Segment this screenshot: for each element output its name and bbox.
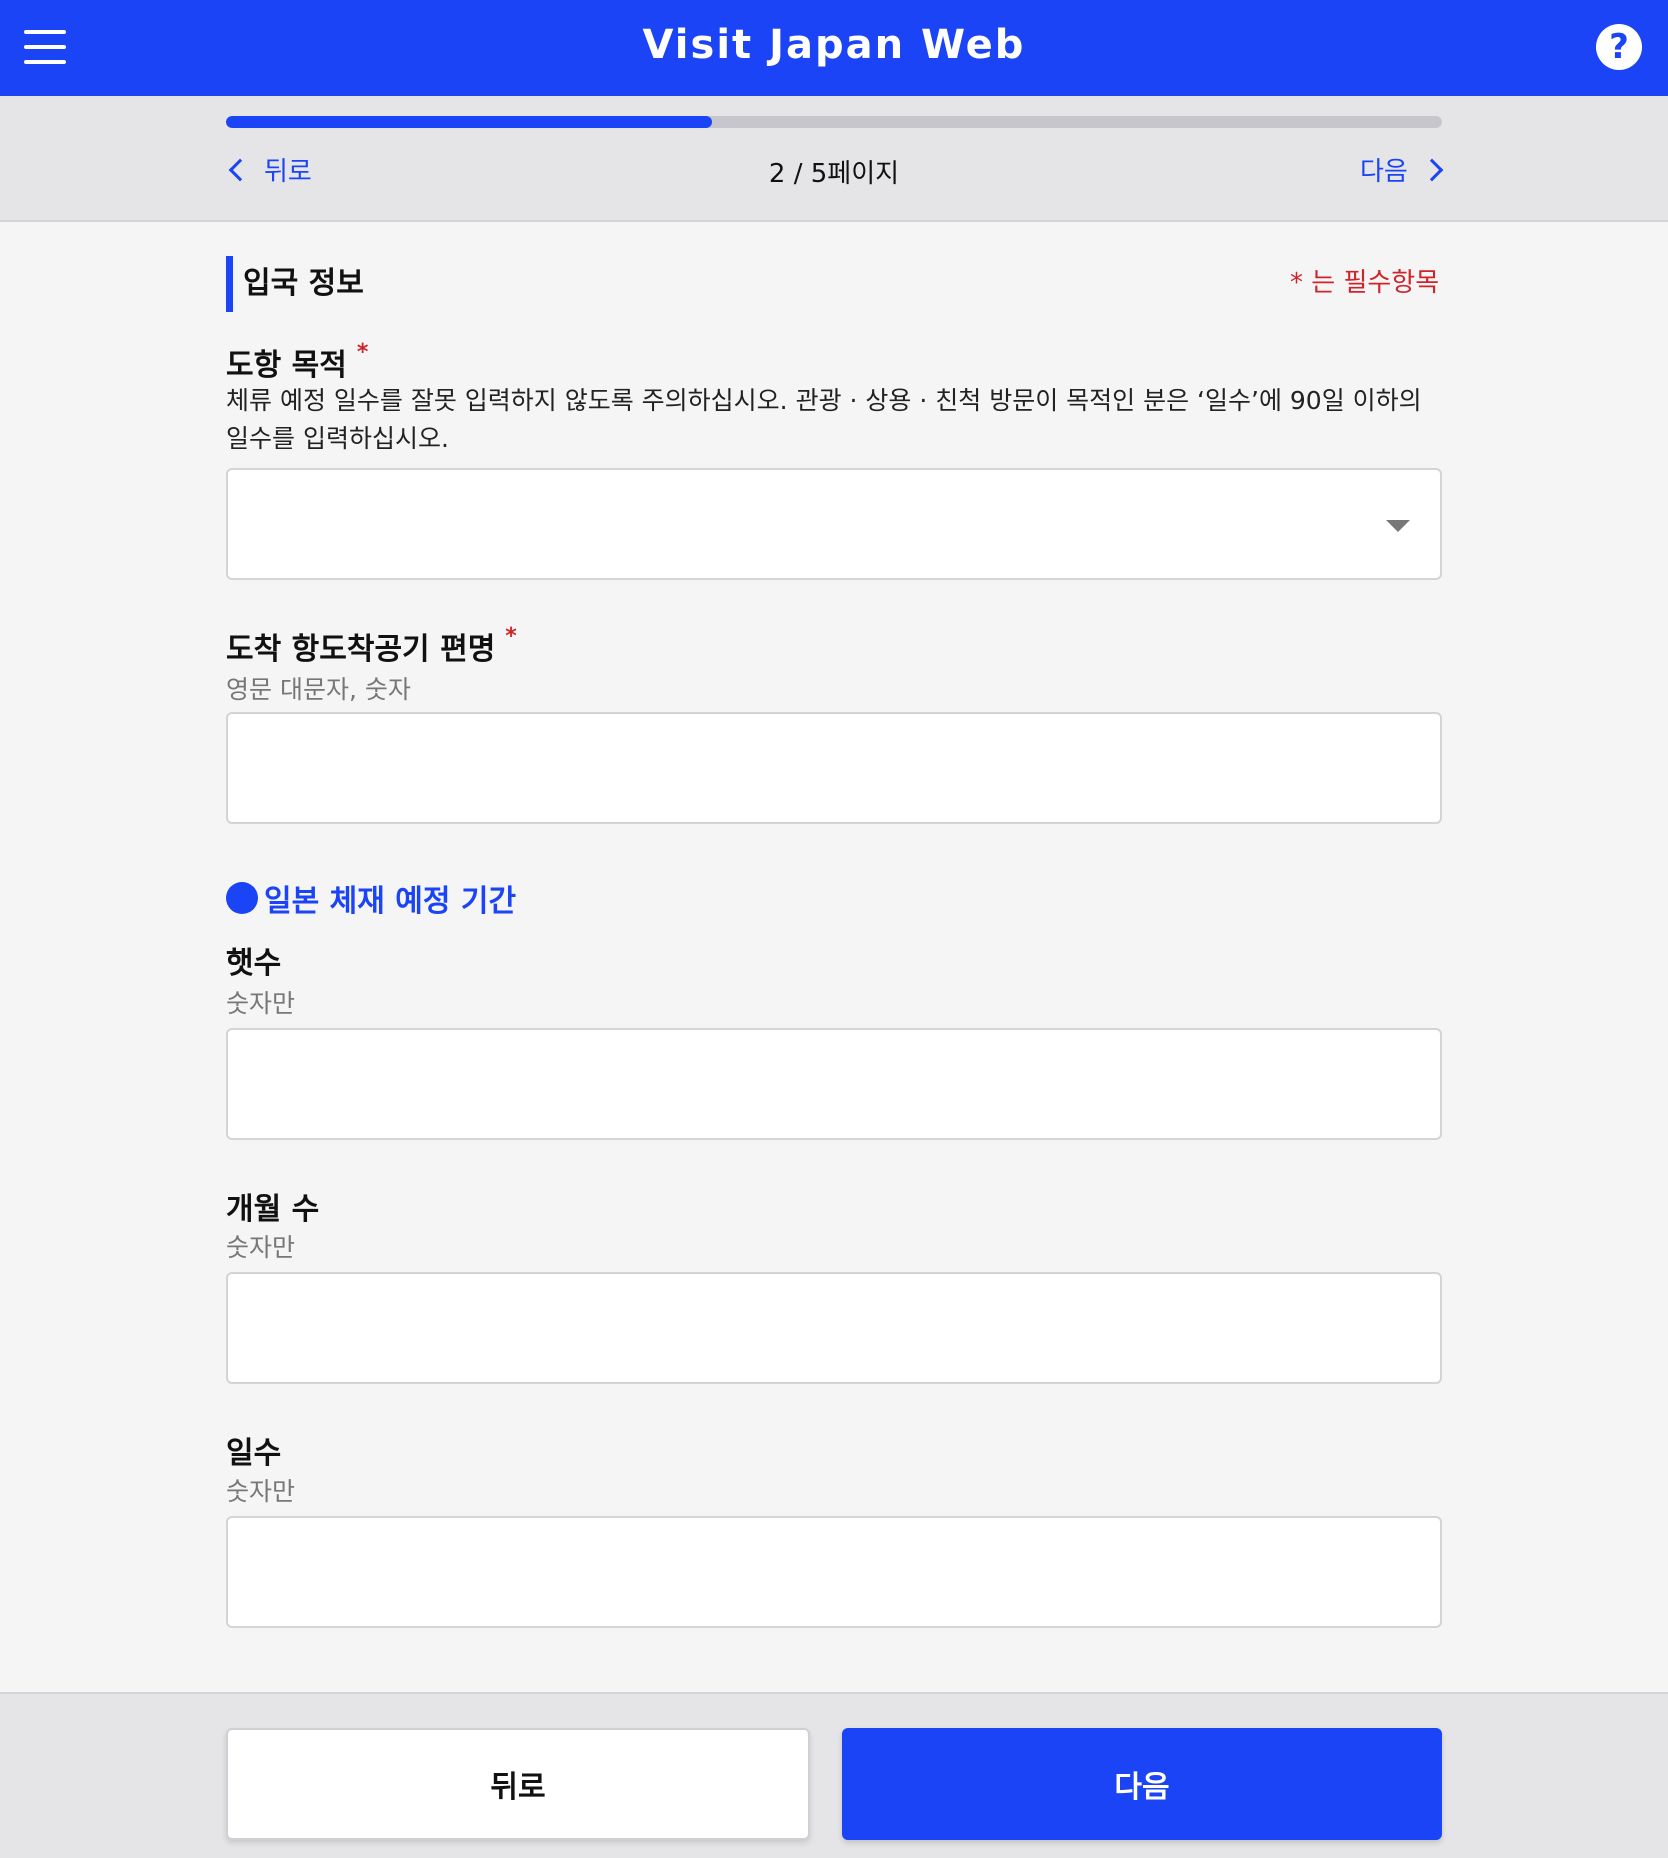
- section-title: 입국 정보: [226, 256, 364, 312]
- days-input[interactable]: [228, 1518, 1440, 1626]
- flight-hint: 영문 대문자, 숫자: [226, 675, 411, 704]
- months-input[interactable]: [228, 1274, 1440, 1382]
- progress-bar: [226, 116, 1442, 128]
- back-button[interactable]: 뒤로: [226, 1728, 810, 1840]
- flight-label: 도착 항도착공기 편명 *: [226, 624, 517, 668]
- step-next-link[interactable]: 다음: [1360, 151, 1446, 188]
- years-input[interactable]: [228, 1030, 1440, 1138]
- required-star: *: [505, 624, 517, 649]
- bullet-dot-icon: [226, 882, 258, 914]
- years-label: 햇수: [226, 946, 282, 981]
- years-hint: 숫자만: [226, 989, 296, 1018]
- caret-down-icon: [1386, 520, 1410, 532]
- months-field[interactable]: [226, 1272, 1442, 1384]
- flight-number-input[interactable]: [228, 714, 1440, 822]
- years-field[interactable]: [226, 1028, 1442, 1140]
- days-hint: 숫자만: [226, 1477, 296, 1506]
- purpose-label-text: 도항 목적: [226, 348, 347, 383]
- purpose-description: 체류 예정 일수를 잘못 입력하지 않도록 주의하십시오. 관광 · 상용 · …: [226, 386, 1422, 453]
- next-button[interactable]: 다음: [842, 1728, 1442, 1840]
- step-next-label: 다음: [1360, 157, 1408, 187]
- required-note: * 는 필수항목: [1290, 268, 1440, 298]
- app-header: Visit Japan Web ?: [0, 0, 1668, 96]
- required-star: *: [356, 340, 369, 365]
- days-label: 일수: [226, 1436, 282, 1471]
- stay-period-heading: 일본 체재 예정 기간: [226, 876, 516, 920]
- flight-number-field[interactable]: [226, 712, 1442, 824]
- chevron-right-icon: [1420, 158, 1444, 181]
- app-title: Visit Japan Web: [642, 22, 1026, 68]
- days-field[interactable]: [226, 1516, 1442, 1628]
- help-icon[interactable]: ?: [1596, 24, 1642, 70]
- months-hint: 숫자만: [226, 1233, 296, 1262]
- purpose-label: 도항 목적 *: [226, 340, 368, 384]
- flight-label-text: 도착 항도착공기 편명: [226, 632, 496, 667]
- footer-bar: 뒤로 다음: [0, 1692, 1668, 1858]
- form-content: 입국 정보 * 는 필수항목 도항 목적 * 체류 예정 일수를 잘못 입력하지 …: [0, 224, 1668, 1692]
- progress-fill: [226, 116, 713, 128]
- months-label: 개월 수: [226, 1192, 320, 1227]
- stay-period-title: 일본 체재 예정 기간: [264, 884, 517, 919]
- step-bar: 뒤로 2 / 5페이지 다음: [0, 96, 1668, 222]
- purpose-select-input[interactable]: [228, 470, 1440, 578]
- purpose-select[interactable]: [226, 468, 1442, 580]
